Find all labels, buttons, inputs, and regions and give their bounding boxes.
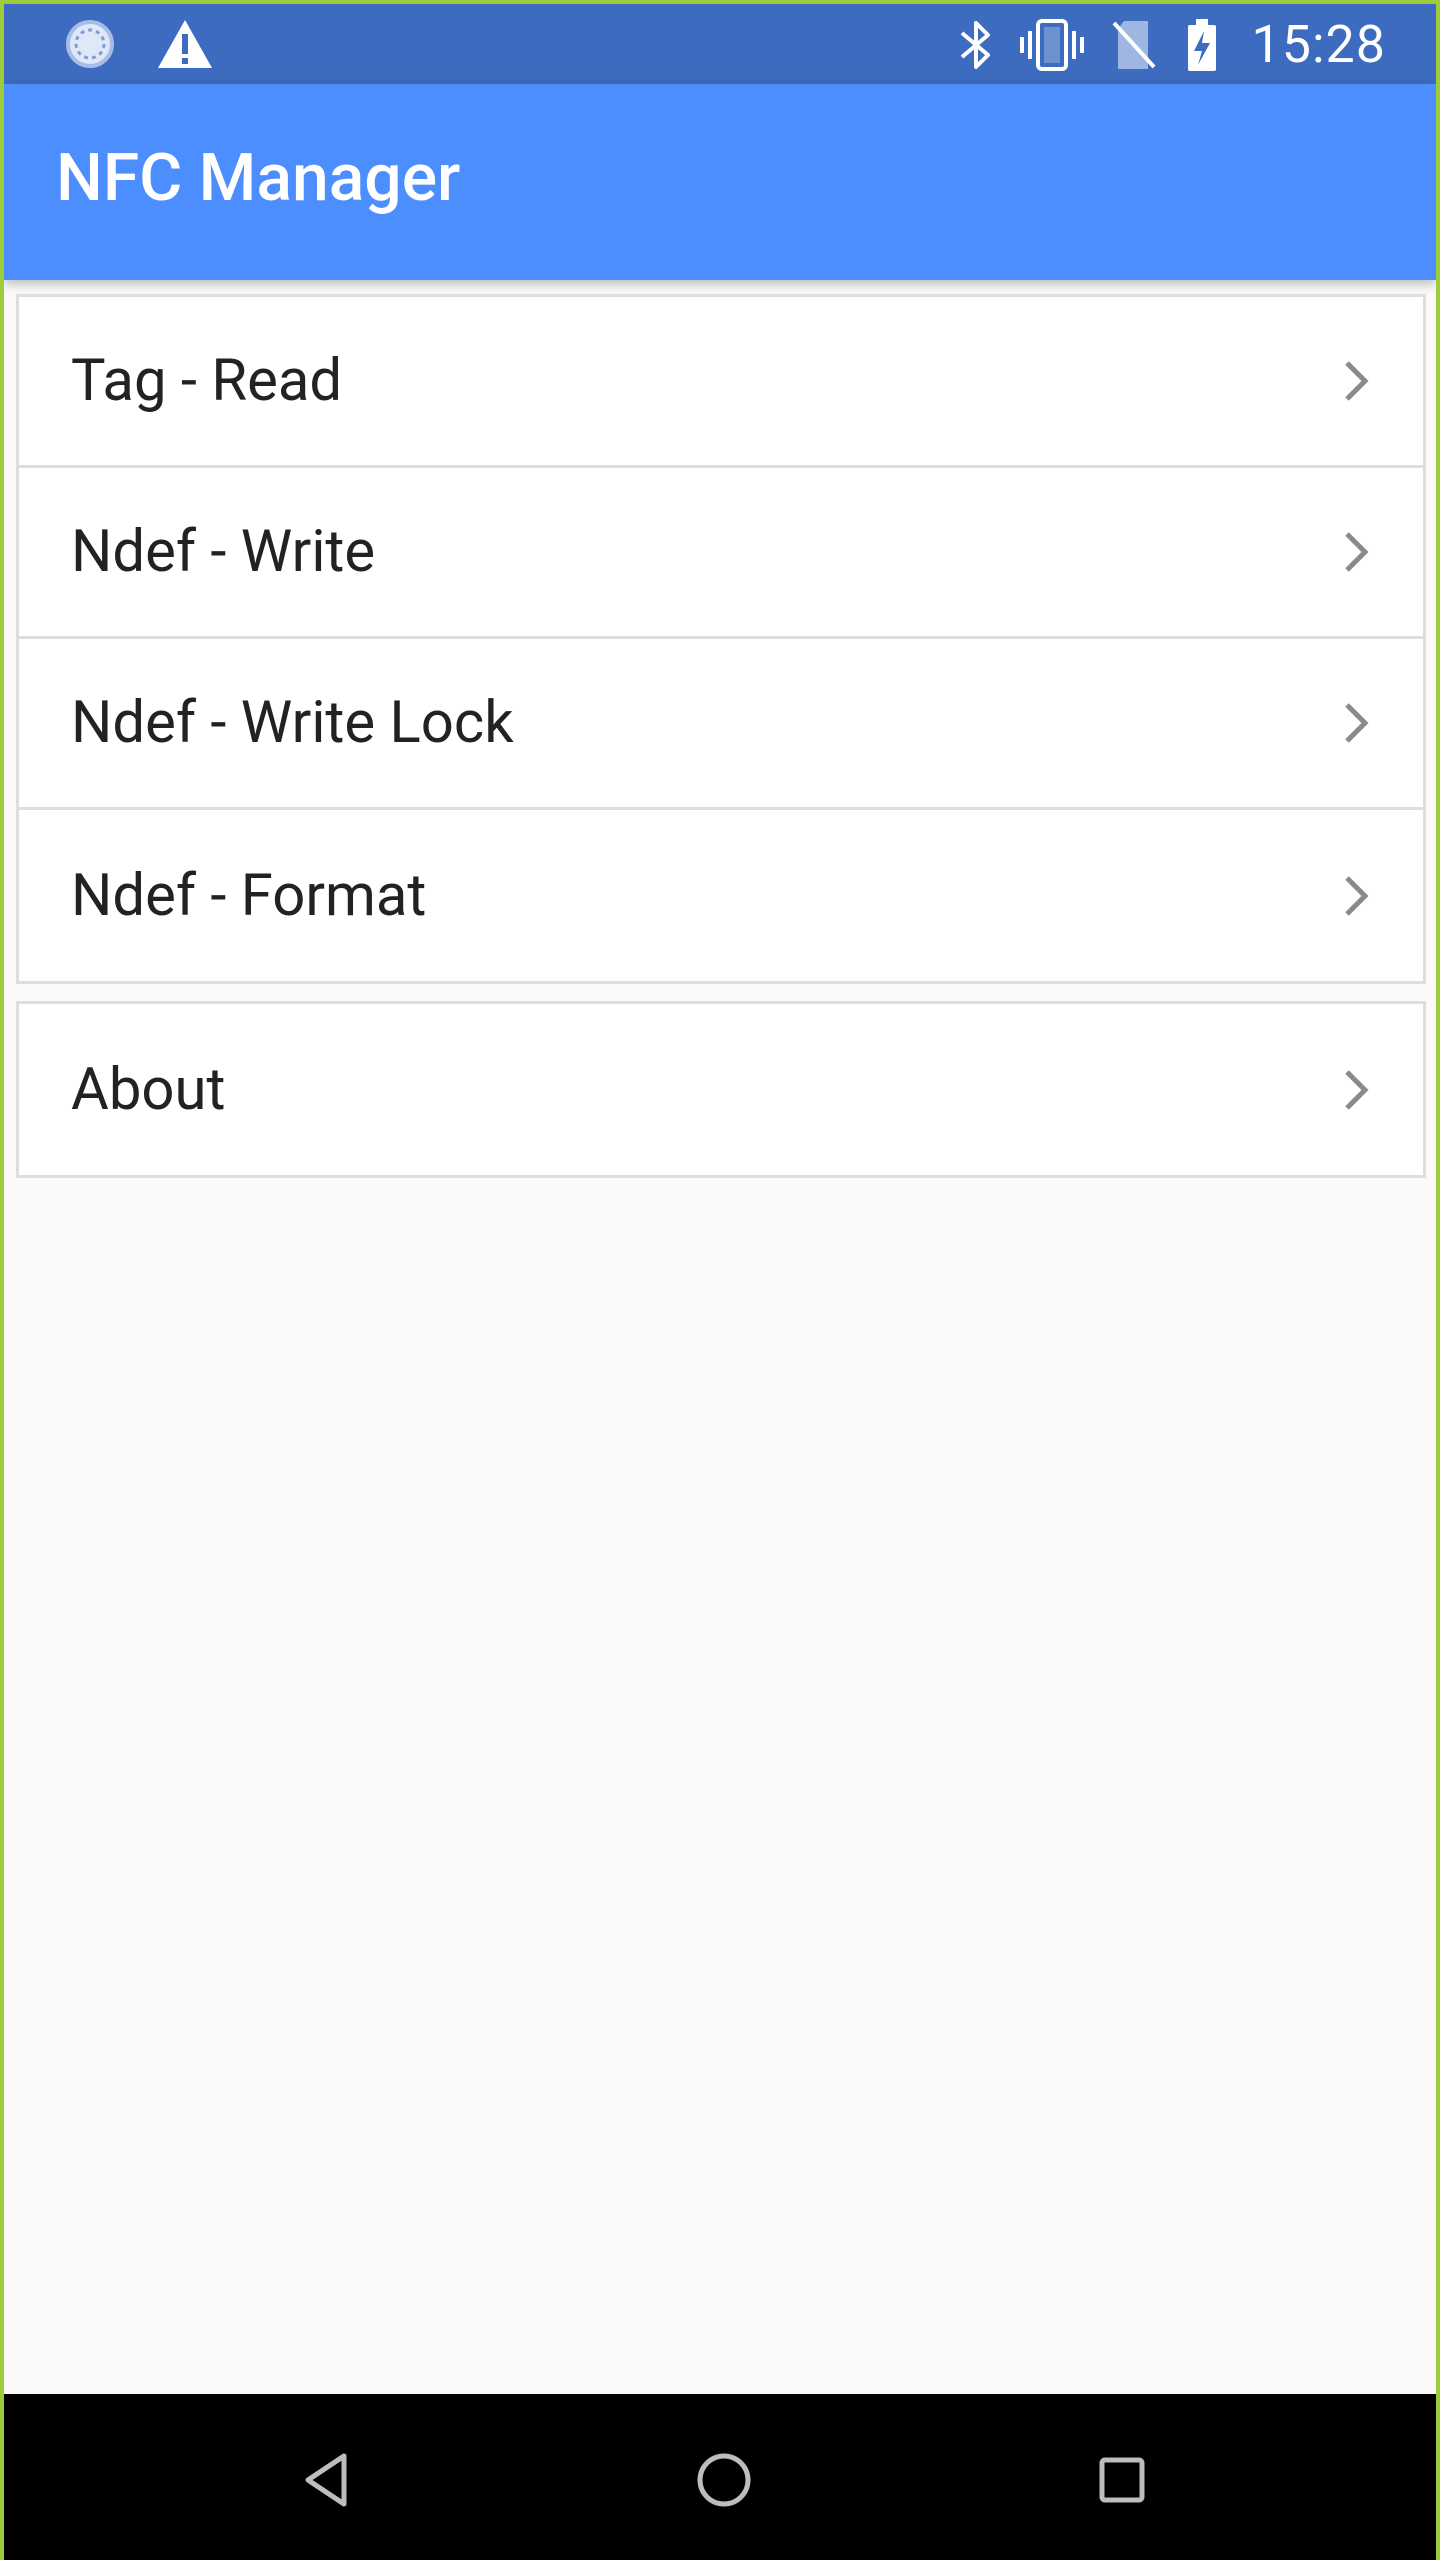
- menu-item-ndef-write-lock[interactable]: Ndef - Write Lock: [19, 639, 1423, 810]
- navigation-bar: [4, 2394, 1436, 2560]
- menu-item-label: Ndef - Write Lock: [71, 689, 514, 757]
- sync-circle-icon: [64, 18, 116, 70]
- menu-item-label: Tag - Read: [71, 347, 343, 415]
- home-icon: [697, 2453, 751, 2507]
- bluetooth-icon: [958, 17, 994, 73]
- back-icon: [305, 2453, 347, 2507]
- menu-item-about[interactable]: About: [19, 1004, 1423, 1175]
- app-screen: 15:28 NFC Manager Tag - Read Ndef - Writ…: [0, 0, 1440, 2560]
- menu-group-about: About: [16, 1001, 1426, 1178]
- menu-item-ndef-format[interactable]: Ndef - Format: [19, 810, 1423, 981]
- status-bar: 15:28: [4, 4, 1436, 84]
- battery-charging-icon: [1184, 17, 1220, 73]
- menu-item-label: About: [71, 1055, 226, 1124]
- app-title: NFC Manager: [56, 140, 461, 217]
- recents-button[interactable]: [1074, 2432, 1170, 2528]
- vibrate-icon: [1019, 17, 1084, 73]
- chevron-right-icon: [1345, 1069, 1369, 1110]
- menu-item-ndef-write[interactable]: Ndef - Write: [19, 468, 1423, 639]
- home-button[interactable]: [676, 2432, 772, 2528]
- chevron-right-icon: [1345, 361, 1369, 401]
- menu-item-label: Ndef - Format: [71, 861, 427, 930]
- chevron-right-icon: [1345, 532, 1369, 572]
- chevron-right-icon: [1345, 703, 1369, 743]
- chevron-right-icon: [1345, 875, 1369, 916]
- back-button[interactable]: [278, 2432, 374, 2528]
- no-sim-icon: [1110, 17, 1158, 73]
- app-bar: NFC Manager: [4, 84, 1436, 280]
- menu-item-tag-read[interactable]: Tag - Read: [19, 297, 1423, 468]
- menu-item-label: Ndef - Write: [71, 518, 376, 586]
- menu-group-main: Tag - Read Ndef - Write Ndef - Write Loc…: [16, 294, 1426, 984]
- status-time: 15:28: [1251, 14, 1386, 75]
- recents-icon: [1099, 2457, 1145, 2503]
- warning-icon: [156, 18, 214, 70]
